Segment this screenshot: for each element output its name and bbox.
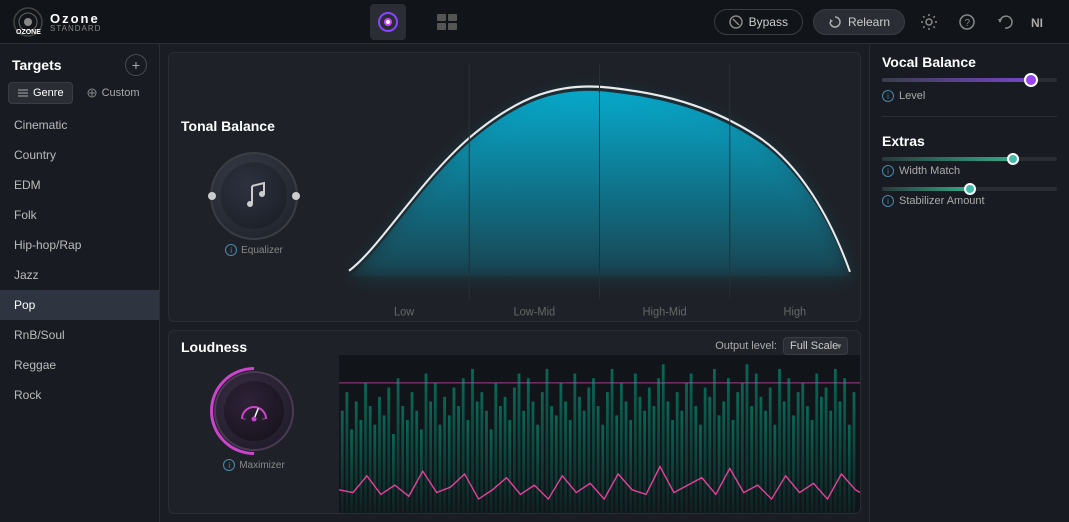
- list-item-cinematic[interactable]: Cinematic: [0, 110, 159, 140]
- stabilizer-track[interactable]: [882, 187, 1057, 191]
- bypass-button[interactable]: Bypass: [714, 9, 803, 35]
- ni-logo: NI: [1029, 8, 1057, 36]
- tonal-panel-left: Tonal Balance: [169, 53, 339, 321]
- tab-genre-label: Genre: [33, 87, 64, 99]
- logo: OZONE Ozone STANDARD: [12, 6, 101, 38]
- width-match-track[interactable]: [882, 157, 1057, 161]
- equalizer-knob-container: i Equalizer: [210, 152, 298, 256]
- stabilizer-label-row: i Stabilizer Amount: [882, 195, 1057, 207]
- sidebar-tabs: Genre Custom: [0, 82, 159, 110]
- output-level-select[interactable]: Full Scale LUFS dBFS: [783, 337, 848, 355]
- relearn-icon: [828, 15, 842, 29]
- top-center-nav: [121, 4, 713, 40]
- output-select-wrap: Full Scale LUFS dBFS: [783, 337, 848, 355]
- genre-icon: [17, 87, 29, 99]
- equalizer-knob[interactable]: [210, 152, 298, 240]
- loudness-title: Loudness: [181, 339, 247, 355]
- content-area: Tonal Balance: [160, 44, 869, 522]
- list-item-edm[interactable]: EDM: [0, 170, 159, 200]
- tonal-balance-panel: Tonal Balance: [168, 52, 861, 322]
- app-sub: STANDARD: [50, 24, 101, 33]
- equalizer-info-icon[interactable]: i: [225, 244, 237, 256]
- list-item-country[interactable]: Country: [0, 140, 159, 170]
- tab-genre[interactable]: Genre: [8, 82, 73, 104]
- list-item-reggae[interactable]: Reggae: [0, 350, 159, 380]
- right-panel: Vocal Balance i Level Extras: [869, 44, 1069, 522]
- vocal-level-track[interactable]: [882, 78, 1057, 82]
- loudness-panel-left: Loudness: [169, 331, 339, 513]
- tonal-balance-title: Tonal Balance: [169, 110, 287, 140]
- stabilizer-label: Stabilizer Amount: [899, 195, 985, 207]
- vocal-level-thumb[interactable]: [1024, 73, 1038, 87]
- list-item-folk[interactable]: Folk: [0, 200, 159, 230]
- tonal-chart-area: Low Low-Mid High-Mid High: [339, 53, 860, 321]
- sidebar: Targets + Genre Custom: [0, 44, 160, 522]
- stabilizer-thumb[interactable]: [964, 183, 976, 195]
- width-match-label: Width Match: [899, 165, 960, 177]
- maximizer-label: i Maximizer: [223, 459, 285, 471]
- width-match-label-row: i Width Match: [882, 165, 1057, 177]
- loudness-chart-area: Output level: Full Scale LUFS dBFS: [339, 331, 860, 513]
- extras-section: Extras i Width Match i: [882, 133, 1057, 217]
- nav-icon-2[interactable]: [430, 4, 466, 40]
- svg-text:Low-Mid: Low-Mid: [514, 305, 556, 319]
- svg-text:?: ?: [965, 18, 971, 29]
- relearn-button[interactable]: Relearn: [813, 9, 905, 35]
- vocal-level-label: Level: [899, 90, 925, 102]
- svg-text:High: High: [784, 305, 807, 319]
- svg-text:OZONE: OZONE: [16, 29, 41, 36]
- vocal-level-info-icon[interactable]: i: [882, 90, 894, 102]
- knob-right-handle[interactable]: [292, 192, 300, 200]
- width-match-info-icon[interactable]: i: [882, 165, 894, 177]
- sidebar-title: Targets: [12, 57, 62, 73]
- stabilizer-info-icon[interactable]: i: [882, 195, 894, 207]
- main-layout: Targets + Genre Custom: [0, 44, 1069, 522]
- list-item-rock[interactable]: Rock: [0, 380, 159, 410]
- vocal-balance-title: Vocal Balance: [882, 54, 1057, 70]
- ozone-logo: OZONE: [12, 6, 44, 38]
- maximizer-ring: [192, 349, 316, 473]
- vocal-balance-section: Vocal Balance i Level: [882, 54, 1057, 117]
- sidebar-header: Targets +: [0, 44, 159, 82]
- extras-title: Extras: [882, 133, 1057, 149]
- nav-icon-1[interactable]: [370, 4, 406, 40]
- bypass-icon: [729, 15, 743, 29]
- list-item-jazz[interactable]: Jazz: [0, 260, 159, 290]
- tab-custom[interactable]: Custom: [77, 82, 149, 104]
- list-item-rnbsoul[interactable]: RnB/Soul: [0, 320, 159, 350]
- width-match-row: i Width Match: [882, 157, 1057, 177]
- vocal-level-label-row: i Level: [882, 90, 1057, 102]
- top-right-controls: Bypass Relearn ?: [714, 8, 1057, 36]
- svg-text:NI: NI: [1031, 16, 1043, 30]
- width-match-thumb[interactable]: [1007, 153, 1019, 165]
- vocal-level-slider-row: [882, 78, 1057, 82]
- music-note-icon: [240, 180, 268, 212]
- genre-list: Cinematic Country EDM Folk Hip-hop/Rap J…: [0, 110, 159, 522]
- svg-text:Low: Low: [394, 305, 415, 319]
- knob-left-handle[interactable]: [208, 192, 216, 200]
- list-item-hiphop[interactable]: Hip-hop/Rap: [0, 230, 159, 260]
- svg-text:High-Mid: High-Mid: [643, 305, 687, 319]
- add-target-button[interactable]: +: [125, 54, 147, 76]
- loudness-chart-svg: [339, 355, 860, 513]
- list-item-pop[interactable]: Pop: [0, 290, 159, 320]
- maximizer-knob-container: i Maximizer: [214, 371, 294, 471]
- maximizer-info-icon[interactable]: i: [223, 459, 235, 471]
- maximizer-knob[interactable]: [214, 371, 294, 451]
- custom-icon: [86, 87, 98, 99]
- output-level-control: Output level: Full Scale LUFS dBFS: [715, 337, 848, 355]
- loudness-header: Output level: Full Scale LUFS dBFS: [339, 331, 860, 355]
- help-icon[interactable]: ?: [953, 8, 981, 36]
- tab-custom-label: Custom: [102, 87, 140, 99]
- settings-icon[interactable]: [915, 8, 943, 36]
- loudness-panel: Loudness: [168, 330, 861, 514]
- tonal-chart-svg: Low Low-Mid High-Mid High: [339, 53, 860, 321]
- top-bar: OZONE Ozone STANDARD: [0, 0, 1069, 44]
- stabilizer-row: i Stabilizer Amount: [882, 187, 1057, 207]
- output-level-label: Output level:: [715, 340, 777, 352]
- equalizer-label: i Equalizer: [225, 244, 283, 256]
- undo-icon[interactable]: [991, 8, 1019, 36]
